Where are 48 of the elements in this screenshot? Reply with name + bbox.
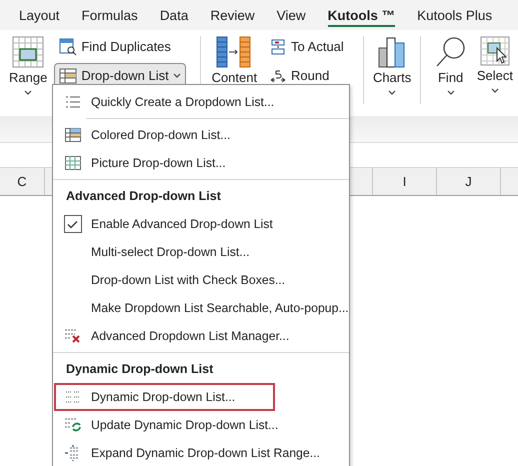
ribbon-button[interactable]: Charts bbox=[372, 34, 412, 95]
ribbon-button[interactable]: Find Duplicates bbox=[54, 34, 186, 59]
ribbon-button[interactable]: Select bbox=[472, 34, 518, 93]
ribbon-tab[interactable]: Layout bbox=[8, 0, 71, 30]
table-icon bbox=[64, 128, 80, 142]
menu-item[interactable]: Enable Advanced Drop-down List bbox=[54, 210, 348, 238]
list-icon bbox=[66, 96, 80, 108]
menu-item[interactable]: Dynamic Drop-down List... bbox=[54, 383, 275, 411]
refresh-list-icon bbox=[64, 418, 80, 432]
column-header[interactable]: C bbox=[0, 168, 45, 195]
menu-item[interactable]: Update Dynamic Drop-down List... bbox=[54, 411, 348, 439]
checkmark-icon bbox=[67, 220, 78, 228]
menu-item[interactable]: Picture Drop-down List... bbox=[54, 149, 348, 177]
menu-section-header: Advanced Drop-down List bbox=[65, 188, 222, 205]
dotted-list-icon bbox=[66, 391, 80, 403]
round-icon bbox=[269, 68, 288, 84]
ribbon-tab[interactable]: View bbox=[266, 0, 317, 30]
ribbon-button[interactable]: Find bbox=[429, 34, 472, 95]
ribbon-tab[interactable]: Review bbox=[199, 0, 266, 30]
menu-section-header: Dynamic Drop-down List bbox=[65, 361, 214, 378]
checkbox[interactable] bbox=[64, 215, 82, 233]
ribbon-button[interactable]: To Actual bbox=[264, 34, 349, 59]
ribbon-button[interactable]: Range bbox=[6, 34, 50, 95]
ribbon-tab[interactable]: Data bbox=[148, 0, 200, 30]
convert-icon bbox=[269, 38, 288, 54]
ribbon-tab[interactable]: Kutools Plus bbox=[406, 0, 504, 30]
menu-item[interactable]: Make Dropdown List Searchable, Auto-popup... bbox=[54, 294, 348, 322]
menu-item[interactable]: Multi-select Drop-down List... bbox=[54, 238, 348, 266]
search-icon bbox=[434, 36, 467, 68]
ribbon-tab[interactable]: Kutools ™ bbox=[316, 0, 406, 30]
grid-icon bbox=[64, 156, 80, 170]
bar-chart-icon bbox=[378, 36, 406, 68]
list-delete-icon bbox=[64, 329, 80, 343]
menu-item[interactable]: Quickly Create a Dropdown List... bbox=[54, 88, 348, 116]
select-cursor-icon bbox=[480, 36, 510, 66]
columns-icon bbox=[216, 36, 252, 68]
expand-list-icon bbox=[64, 445, 80, 461]
column-header[interactable]: I bbox=[373, 168, 437, 195]
column-header[interactable]: J bbox=[437, 168, 501, 195]
grid-icon bbox=[12, 36, 44, 68]
ribbon-tab[interactable]: Formulas bbox=[70, 0, 149, 30]
menu-item[interactable]: Drop-down List with Check Boxes... bbox=[54, 266, 348, 294]
menu-item[interactable]: Colored Drop-down List... bbox=[54, 121, 348, 149]
ribbon-button[interactable]: Content bbox=[208, 34, 260, 85]
find-table-icon bbox=[59, 38, 78, 56]
menu-item[interactable]: Advanced Dropdown List Manager... bbox=[54, 322, 348, 350]
menu-item[interactable]: Expand Dynamic Drop-down List Range... bbox=[54, 439, 348, 466]
ribbon-button[interactable]: Round bbox=[264, 63, 349, 88]
